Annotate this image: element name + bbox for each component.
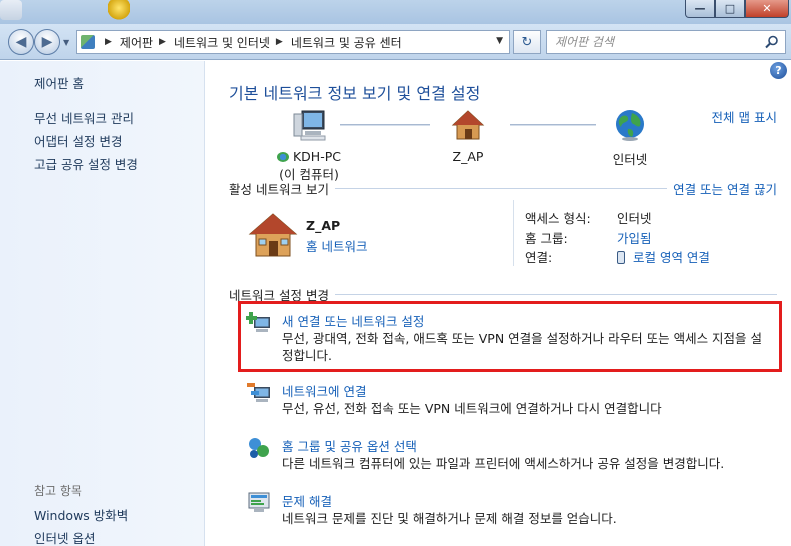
minimize-icon: — — [694, 2, 706, 15]
window-controls: — □ ✕ — [685, 0, 789, 18]
sidebar: 제어판 홈 무선 네트워크 관리 어댑터 설정 변경 고급 공유 설정 변경 참… — [0, 61, 205, 546]
breadcrumb[interactable]: ▶ 제어판 ▶ 네트워크 및 인터넷 ▶ 네트워크 및 공유 센터 ▼ — [76, 30, 510, 54]
network-type-link[interactable]: 홈 네트워크 — [306, 236, 367, 255]
section-divider — [334, 187, 668, 189]
sidebar-item-adapter-settings[interactable]: 어댑터 설정 변경 — [34, 131, 138, 154]
change-settings-header: 네트워크 설정 변경 — [229, 287, 777, 303]
maximize-button[interactable]: □ — [715, 0, 745, 18]
task-title[interactable]: 네트워크에 연결 — [282, 381, 366, 400]
task-description: 네트워크 문제를 진단 및 해결하거나 문제 해결 정보를 얻습니다. — [282, 511, 617, 526]
active-network-name: Z_AP — [306, 218, 341, 233]
globe-icon — [616, 110, 644, 141]
window-titlebar: — □ ✕ — [0, 0, 791, 24]
access-type-value: 인터넷 — [617, 211, 652, 226]
homegroup-icon — [249, 438, 269, 458]
active-networks-title: 활성 네트워크 보기 — [229, 181, 329, 197]
sidebar-item-advanced-sharing[interactable]: 고급 공유 설정 변경 — [34, 154, 138, 177]
map-connector-line — [510, 124, 596, 126]
homegroup-value-link[interactable]: 가입됨 — [617, 228, 652, 247]
ethernet-icon — [617, 251, 625, 264]
sidebar-item-manage-wireless[interactable]: 무선 네트워크 관리 — [34, 108, 138, 131]
homegroup-label: 홈 그룹: — [525, 231, 568, 246]
help-button[interactable]: ? — [770, 62, 787, 79]
map-node-computer: KDH-PC (이 컴퓨터) — [268, 108, 350, 183]
desktop-icon — [0, 0, 22, 20]
sidebar-tasks: 무선 네트워크 관리 어댑터 설정 변경 고급 공유 설정 변경 — [34, 108, 138, 177]
refresh-button[interactable]: ↻ — [513, 30, 541, 54]
connection-value-link[interactable]: 로컬 영역 연결 — [617, 247, 710, 266]
internet-label: 인터넷 — [612, 152, 648, 167]
minimize-button[interactable]: — — [685, 0, 715, 18]
connect-network-icon — [247, 383, 270, 402]
breadcrumb-item-network-sharing-center[interactable]: 네트워크 및 공유 센터 — [291, 34, 402, 51]
connect-disconnect-link[interactable]: 연결 또는 연결 끊기 — [667, 179, 777, 198]
refresh-icon: ↻ — [521, 34, 533, 50]
access-type-label: 액세스 형식: — [525, 211, 591, 226]
search-input[interactable] — [555, 35, 755, 49]
sidebar-control-panel-home[interactable]: 제어판 홈 — [34, 73, 84, 92]
control-panel-icon — [81, 35, 95, 49]
map-node-access-point: Z_AP — [438, 108, 498, 164]
task-title[interactable]: 문제 해결 — [282, 491, 332, 510]
highlight-box — [238, 301, 782, 372]
breadcrumb-item-network-internet[interactable]: 네트워크 및 인터넷 — [174, 34, 270, 51]
page-title: 기본 네트워크 정보 보기 및 연결 설정 — [229, 84, 481, 103]
map-node-internet: 인터넷 — [600, 108, 660, 168]
maximize-icon: □ — [724, 2, 736, 15]
house-icon — [451, 110, 485, 140]
section-divider — [334, 293, 777, 295]
computer-icon — [293, 110, 326, 141]
house-icon — [248, 213, 298, 257]
back-arrow-icon: ◀ — [15, 34, 27, 50]
see-also-windows-firewall[interactable]: Windows 방화벽 — [34, 505, 128, 528]
breadcrumb-separator-icon[interactable]: ▶ — [105, 37, 112, 47]
active-networks-header: 활성 네트워크 보기 연결 또는 연결 끊기 — [229, 179, 777, 198]
forward-button[interactable]: ▶ — [34, 29, 60, 55]
close-icon: ✕ — [762, 2, 772, 15]
recent-pages-dropdown[interactable]: ▼ — [63, 38, 69, 47]
breadcrumb-separator-icon[interactable]: ▶ — [159, 37, 166, 47]
access-point-name: Z_AP — [452, 149, 484, 164]
forward-arrow-icon: ▶ — [41, 34, 53, 50]
full-map-link[interactable]: 전체 맵 표시 — [712, 107, 777, 126]
close-button[interactable]: ✕ — [745, 0, 789, 18]
see-also-heading: 참고 항목 — [34, 484, 82, 498]
see-also-list: Windows 방화벽 인터넷 옵션 — [34, 505, 128, 546]
help-icon: ? — [775, 64, 782, 77]
connection-label: 연결: — [525, 250, 553, 265]
map-connector-line — [340, 124, 430, 126]
vertical-divider — [513, 200, 514, 266]
search-icon[interactable] — [765, 35, 779, 49]
computer-name: KDH-PC — [268, 149, 350, 164]
desktop-icon — [108, 0, 130, 20]
see-also-internet-options[interactable]: 인터넷 옵션 — [34, 528, 128, 546]
address-history-dropdown-icon[interactable]: ▼ — [496, 36, 503, 46]
breadcrumb-item-control-panel[interactable]: 제어판 — [120, 34, 153, 51]
troubleshoot-icon — [248, 492, 270, 512]
search-box[interactable] — [546, 30, 786, 54]
back-button[interactable]: ◀ — [8, 29, 34, 55]
task-title[interactable]: 홈 그룹 및 공유 옵션 선택 — [282, 436, 417, 455]
breadcrumb-separator-icon[interactable]: ▶ — [276, 37, 283, 47]
task-description: 다른 네트워크 컴퓨터에 있는 파일과 프린터에 액세스하거나 공유 설정을 변… — [282, 456, 725, 471]
homegroup-icon — [277, 152, 289, 162]
address-toolbar: ◀ ▶ ▼ ▶ 제어판 ▶ 네트워크 및 인터넷 ▶ 네트워크 및 공유 센터 … — [0, 24, 791, 60]
task-description: 무선, 유선, 전화 접속 또는 VPN 네트워크에 연결하거나 다시 연결합니… — [282, 401, 662, 416]
